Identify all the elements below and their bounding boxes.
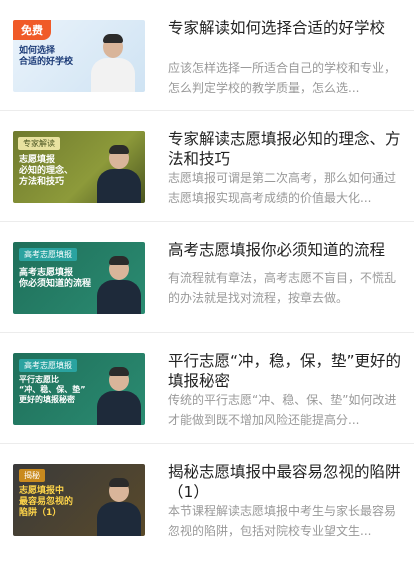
thumbnail-tag: 专家解读 (18, 137, 60, 150)
course-description: 有流程就有章法，高考志愿不盲目，不慌乱的办法就是找对流程，按章去做。 (168, 271, 397, 305)
thumbnail-caption: 志愿填报 必知的理念、 方法和技巧 (19, 155, 74, 187)
course-title[interactable]: 高考志愿填报你必须知道的流程 (168, 240, 404, 260)
thumbnail-tag: 揭秘 (19, 469, 45, 482)
thumbnail-tag: 高考志愿填报 (19, 248, 77, 261)
presenter-image (97, 256, 141, 314)
list-item[interactable]: 专家解读 志愿填报 必知的理念、 方法和技巧 专家解读志愿填报必知的理念、方法和… (0, 111, 414, 222)
course-thumbnail[interactable]: 免费 如何选择 合适的好学校 (13, 20, 145, 92)
course-thumbnail[interactable]: 揭秘 志愿填报中 最容易忽视的 陷阱（1） (13, 464, 145, 536)
list-item[interactable]: 高考志愿填报 高考志愿填报 你必须知道的流程 高考志愿填报你必须知道的流程 有流… (0, 222, 414, 333)
course-title[interactable]: 专家解读志愿填报必知的理念、方法和技巧 (168, 129, 404, 169)
thumbnail-caption: 平行志愿比 “冲、稳、保、垫” 更好的填报秘密 (19, 375, 86, 404)
free-badge: 免费 (13, 20, 51, 40)
presenter-image (97, 145, 141, 203)
course-list: 免费 如何选择 合适的好学校 专家解读如何选择合适的好学校 应该怎样选择一所适合… (0, 0, 414, 555)
course-thumbnail[interactable]: 专家解读 志愿填报 必知的理念、 方法和技巧 (13, 131, 145, 203)
thumbnail-caption: 高考志愿填报 你必须知道的流程 (19, 268, 92, 289)
course-title[interactable]: 平行志愿“冲，稳，保，垫”更好的填报秘密 (168, 351, 404, 391)
course-title[interactable]: 专家解读如何选择合适的好学校 (168, 18, 404, 38)
course-description: 应该怎样选择一所适合自己的学校和专业，怎么判定学校的教学质量，怎么选... (168, 61, 397, 95)
course-description: 志愿填报可谓是第二次高考，那么如何通过志愿填报实现高考成绩的价值最大化... (168, 171, 397, 205)
course-thumbnail[interactable]: 高考志愿填报 平行志愿比 “冲、稳、保、垫” 更好的填报秘密 (13, 353, 145, 425)
list-item[interactable]: 免费 如何选择 合适的好学校 专家解读如何选择合适的好学校 应该怎样选择一所适合… (0, 0, 414, 111)
course-description: 本节课程解读志愿填报中考生与家长最容易忽视的陷阱，包括对院校专业望文生... (168, 504, 397, 538)
thumbnail-tag: 高考志愿填报 (19, 359, 77, 372)
presenter-image (97, 478, 141, 536)
course-thumbnail[interactable]: 高考志愿填报 高考志愿填报 你必须知道的流程 (13, 242, 145, 314)
course-title[interactable]: 揭秘志愿填报中最容易忽视的陷阱（1） (168, 462, 404, 502)
list-item[interactable]: 揭秘 志愿填报中 最容易忽视的 陷阱（1） 揭秘志愿填报中最容易忽视的陷阱（1）… (0, 444, 414, 555)
thumbnail-caption: 如何选择 合适的好学校 (19, 46, 74, 67)
presenter-image (91, 34, 135, 92)
thumbnail-caption: 志愿填报中 最容易忽视的 陷阱（1） (19, 486, 74, 518)
course-description: 传统的平行志愿“冲、稳、保、垫”如何改进才能做到既不增加风险还能提高分... (168, 393, 397, 427)
presenter-image (97, 367, 141, 425)
list-item[interactable]: 高考志愿填报 平行志愿比 “冲、稳、保、垫” 更好的填报秘密 平行志愿“冲，稳，… (0, 333, 414, 444)
